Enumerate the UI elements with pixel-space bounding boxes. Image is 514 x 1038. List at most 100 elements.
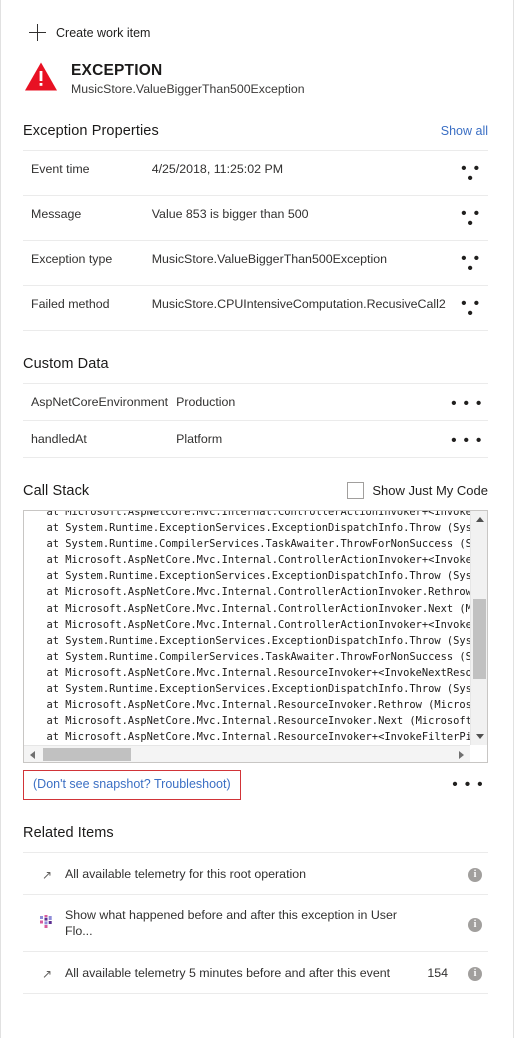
exception-properties-title: Exception Properties: [23, 123, 159, 139]
call-stack-line: at Microsoft.AspNetCore.Mvc.Internal.Res…: [34, 699, 471, 712]
related-item-icon-cell: [23, 895, 63, 952]
list-item[interactable]: ↗ All available telemetry for this root …: [23, 852, 488, 895]
list-item[interactable]: ↗ All available telemetry 5 minutes befo…: [23, 951, 488, 994]
scroll-up-arrow-icon[interactable]: [471, 511, 487, 528]
troubleshoot-link[interactable]: (Don't see snapshot? Troubleshoot): [23, 770, 241, 800]
row-menu-cell: • • •: [446, 384, 488, 421]
list-item[interactable]: Show what happened before and after this…: [23, 894, 488, 952]
table-row[interactable]: handledAt Platform • • •: [23, 420, 488, 458]
show-just-my-code-toggle[interactable]: Show Just My Code: [347, 482, 488, 499]
call-stack-line: at Microsoft.AspNetCore.Mvc.Internal.Con…: [34, 586, 471, 599]
call-stack-title: Call Stack: [23, 482, 90, 499]
call-stack-header: Call Stack Show Just My Code: [23, 458, 488, 510]
call-stack-line: at Microsoft.AspNetCore.Mvc.Internal.Con…: [34, 618, 471, 631]
related-items-body: ↗ All available telemetry for this root …: [23, 852, 488, 994]
page-title: EXCEPTION: [71, 62, 163, 79]
custom-data-section: Custom Data AspNetCoreEnvironment Produc…: [1, 331, 513, 458]
related-items-title: Related Items: [23, 825, 114, 841]
row-more-menu-button[interactable]: • • •: [454, 161, 488, 187]
table-row[interactable]: Event time 4/25/2018, 11:25:02 PM • • •: [23, 150, 488, 196]
table-row[interactable]: AspNetCoreEnvironment Production • • •: [23, 383, 488, 421]
property-key: Failed method: [31, 297, 110, 311]
call-stack-line: at Microsoft.AspNetCore.Mvc.Internal.Res…: [34, 715, 471, 728]
call-stack-line: at Microsoft.AspNetCore.Mvc.Internal.Con…: [34, 554, 471, 567]
show-just-my-code-label: Show Just My Code: [372, 483, 488, 498]
row-menu-cell: • • •: [446, 421, 488, 458]
scroll-right-arrow-icon[interactable]: [453, 746, 470, 762]
related-items-header: Related Items: [23, 800, 488, 852]
call-stack-viewport[interactable]: at Microsoft.AspNetCore.Mvc.Internal.Con…: [23, 510, 488, 763]
external-link-arrow-icon: ↗: [41, 867, 53, 882]
call-stack-horizontal-scrollbar[interactable]: [24, 745, 470, 762]
row-menu-cell: • • •: [454, 241, 488, 286]
external-link-arrow-icon: ↗: [41, 966, 53, 981]
exception-properties-header: Exception Properties Show all: [23, 98, 488, 150]
table-row[interactable]: Message Value 853 is bigger than 500 • •…: [23, 195, 488, 241]
call-stack-line: at System.Runtime.ExceptionServices.Exce…: [34, 570, 471, 583]
row-menu-cell: • • •: [454, 151, 488, 196]
custom-data-value: Platform: [176, 432, 223, 446]
call-stack-line: at System.Runtime.CompilerServices.TaskA…: [34, 538, 471, 551]
call-stack-line: at Microsoft.AspNetCore.Mvc.Internal.Con…: [34, 602, 471, 615]
show-all-link[interactable]: Show all: [441, 124, 488, 138]
row-menu-cell: • • •: [454, 286, 488, 331]
related-item-label: All available telemetry for this root op…: [65, 866, 307, 881]
call-stack-line: at Microsoft.AspNetCore.Mvc.Internal.Res…: [34, 666, 471, 679]
row-more-menu-button[interactable]: • • •: [454, 296, 488, 322]
row-more-menu-button[interactable]: • • •: [454, 206, 488, 232]
create-work-item-label: Create work item: [56, 25, 151, 40]
related-item-count: [412, 895, 456, 952]
row-more-menu-button[interactable]: • • •: [454, 251, 488, 277]
call-stack-line: at Microsoft.AspNetCore.Mvc.Internal.Res…: [34, 731, 471, 744]
related-items-section: Related Items ↗ All available telemetry …: [1, 800, 513, 994]
create-work-item-button[interactable]: Create work item: [26, 22, 153, 43]
table-row[interactable]: Failed method MusicStore.CPUIntensiveCom…: [23, 285, 488, 331]
related-items-table: ↗ All available telemetry for this root …: [23, 852, 488, 994]
related-item-icon-cell: ↗: [23, 952, 63, 994]
exception-properties-body: Event time 4/25/2018, 11:25:02 PM • • • …: [23, 150, 488, 331]
related-item-label: Show what happened before and after this…: [65, 908, 398, 938]
custom-data-value: Production: [176, 395, 236, 409]
property-key: Event time: [31, 162, 90, 176]
related-item-info-cell: i: [456, 853, 488, 895]
call-stack-more-menu-button[interactable]: • • •: [450, 777, 488, 793]
info-icon[interactable]: i: [468, 967, 482, 981]
show-just-my-code-checkbox[interactable]: [347, 482, 365, 499]
info-icon[interactable]: i: [468, 917, 482, 932]
plus-icon: [29, 24, 46, 41]
call-stack-line: at System.Runtime.ExceptionServices.Exce…: [34, 522, 471, 535]
related-item-info-cell: i: [456, 952, 488, 994]
property-value: MusicStore.ValueBiggerThan500Exception: [151, 252, 388, 266]
row-menu-cell: • • •: [454, 196, 488, 241]
custom-data-table: AspNetCoreEnvironment Production • • • h…: [23, 383, 488, 458]
table-row[interactable]: Exception type MusicStore.ValueBiggerTha…: [23, 240, 488, 286]
horizontal-scrollbar-thumb[interactable]: [43, 748, 131, 761]
related-item-count: 154: [427, 965, 448, 980]
related-item-label: All available telemetry 5 minutes before…: [65, 965, 391, 980]
scrollbar-corner: [470, 745, 487, 762]
custom-data-title: Custom Data: [23, 356, 109, 372]
call-stack-text: at Microsoft.AspNetCore.Mvc.Internal.Con…: [24, 510, 471, 745]
custom-data-key: AspNetCoreEnvironment: [31, 395, 169, 409]
custom-data-body: AspNetCoreEnvironment Production • • • h…: [23, 383, 488, 458]
row-more-menu-button[interactable]: • • •: [449, 433, 485, 449]
exception-type-subtitle: MusicStore.ValueBiggerThan500Exception: [71, 82, 305, 96]
exception-title-block: EXCEPTION MusicStore.ValueBiggerThan500E…: [1, 46, 513, 98]
scroll-left-arrow-icon[interactable]: [24, 746, 41, 762]
command-bar: Create work item: [1, 0, 513, 46]
custom-data-header: Custom Data: [23, 331, 488, 383]
vertical-scrollbar-thumb[interactable]: [473, 599, 486, 679]
call-stack-vertical-scrollbar[interactable]: [470, 511, 487, 745]
info-icon[interactable]: i: [468, 868, 482, 882]
scroll-down-arrow-icon[interactable]: [471, 728, 487, 745]
row-more-menu-button[interactable]: • • •: [449, 396, 485, 412]
property-key: Message: [31, 207, 82, 221]
troubleshoot-row: (Don't see snapshot? Troubleshoot) • • •: [23, 763, 488, 800]
exception-details-panel: Create work item EXCEPTION MusicStore.Va…: [0, 0, 514, 1038]
error-triangle-icon: [25, 62, 57, 91]
call-stack-line: at System.Runtime.ExceptionServices.Exce…: [34, 683, 471, 696]
call-stack-line: at System.Runtime.CompilerServices.TaskA…: [34, 650, 471, 663]
property-value: 4/25/2018, 11:25:02 PM: [151, 162, 284, 176]
call-stack-line: at Microsoft.AspNetCore.Mvc.Internal.Con…: [34, 510, 471, 518]
call-stack-section: Call Stack Show Just My Code at Microsof…: [1, 458, 513, 800]
